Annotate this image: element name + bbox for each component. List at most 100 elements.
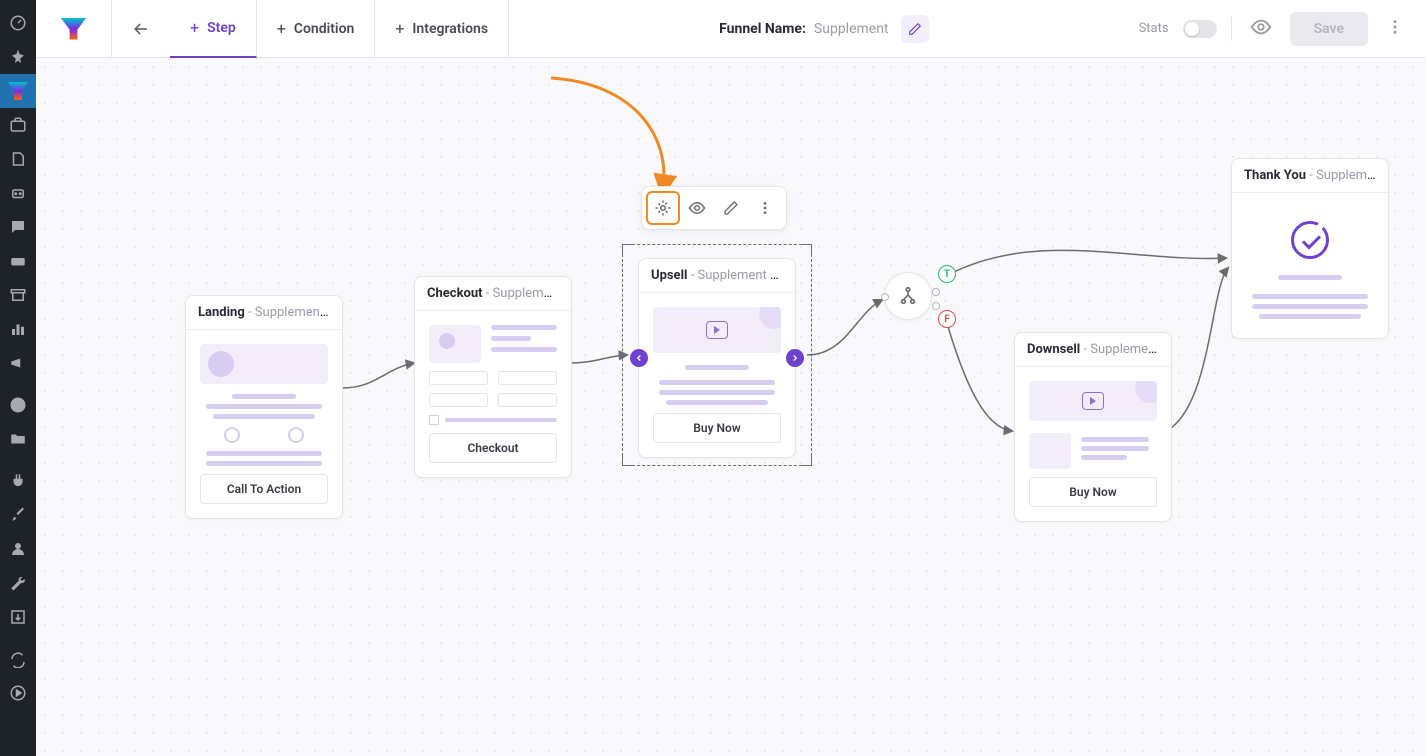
funnel-logo-icon [61, 18, 87, 40]
sidebar-marketing[interactable] [0, 346, 36, 380]
sidebar-dashboard[interactable] [0, 6, 36, 40]
sidebar-import[interactable] [0, 600, 36, 634]
node-upsell[interactable]: Upsell - Supplement U... Buy Now [638, 258, 796, 458]
stats-toggle[interactable] [1183, 20, 1217, 38]
node-downsell[interactable]: Downsell - Supplement D... Buy Now [1014, 332, 1172, 522]
sidebar-plugins[interactable] [0, 464, 36, 498]
node-landing-preview: Call To Action [186, 330, 342, 518]
plug-icon [9, 472, 27, 490]
tab-step[interactable]: + Step [170, 0, 257, 58]
sidebar-pin[interactable] [0, 40, 36, 74]
plus-icon: + [190, 18, 199, 37]
canvas[interactable]: Landing - Supplement La... Call To Actio… [36, 58, 1426, 756]
wrench-icon [9, 574, 27, 592]
sidebar-elementor[interactable] [0, 388, 36, 422]
megaphone-icon [9, 354, 27, 372]
tab-step-label: Step [207, 20, 236, 36]
sidebar-tools[interactable] [0, 108, 36, 142]
plus-icon: + [277, 19, 286, 38]
comment-icon [9, 218, 27, 236]
sidebar-settings[interactable] [0, 566, 36, 600]
archive-icon [9, 286, 27, 304]
node-downsell-sub: - Supplement D... [1080, 342, 1171, 357]
node-checkout-sub: - Supplement C... [483, 286, 571, 301]
node-thankyou-sub: - Supplement T... [1306, 168, 1388, 183]
pin-icon [9, 48, 27, 66]
eye-icon [1250, 16, 1272, 38]
sidebar-comments[interactable] [0, 210, 36, 244]
plus-icon: + [395, 19, 404, 38]
node-upsell-sub: - Supplement U... [687, 268, 788, 283]
tab-integrations[interactable]: + Integrations [375, 0, 509, 58]
sidebar-play[interactable] [0, 676, 36, 710]
sidebar-users[interactable] [0, 532, 36, 566]
node-downsell-cta: Buy Now [1029, 477, 1157, 507]
robot-icon [9, 184, 27, 202]
node-upsell-cta: Buy Now [653, 413, 781, 443]
branch-node[interactable] [884, 272, 932, 320]
stats-label: Stats [1139, 21, 1169, 36]
node-upsell-port-in[interactable] [630, 349, 648, 367]
chart-icon [9, 320, 27, 338]
preview-button[interactable] [1246, 12, 1276, 46]
topbar-more-button[interactable] [1382, 14, 1408, 44]
node-edit-button[interactable] [714, 191, 748, 225]
node-thankyou-preview [1232, 193, 1388, 338]
sidebar-analytics[interactable] [0, 312, 36, 346]
import-icon [9, 608, 27, 626]
node-settings-button[interactable] [646, 191, 680, 225]
node-landing[interactable]: Landing - Supplement La... Call To Actio… [185, 295, 343, 519]
sidebar-archive[interactable] [0, 278, 36, 312]
sidebar-robot[interactable] [0, 176, 36, 210]
branch-false-badge: F [938, 310, 956, 328]
refresh-icon [9, 650, 27, 668]
arrow-right-icon [790, 353, 800, 363]
branch-port-in[interactable] [881, 293, 889, 301]
play-circle-icon [9, 684, 27, 702]
edit-funnel-name-button[interactable] [901, 15, 929, 43]
node-checkout-title: Checkout [427, 286, 483, 301]
sidebar-funnel[interactable] [0, 74, 36, 108]
branch-true-badge: T [938, 265, 956, 283]
node-upsell-port-out[interactable] [786, 349, 804, 367]
user-icon [9, 540, 27, 558]
sidebar-appearance[interactable] [0, 498, 36, 532]
tab-condition[interactable]: + Condition [257, 0, 376, 58]
sidebar-refresh[interactable] [0, 642, 36, 676]
funnel-name-label: Funnel Name: [719, 21, 806, 37]
more-vertical-icon [757, 200, 773, 216]
node-checkout-cta: Checkout [429, 433, 557, 463]
node-downsell-header: Downsell - Supplement D... [1015, 333, 1171, 367]
elementor-icon [9, 396, 27, 414]
pencil-icon [723, 200, 739, 216]
node-thankyou-header: Thank You - Supplement T... [1232, 159, 1388, 193]
wp-admin-sidebar [0, 0, 36, 756]
topbar-right: Stats Save [1139, 12, 1426, 46]
sidebar-pages[interactable] [0, 142, 36, 176]
pages-icon [9, 150, 27, 168]
save-button[interactable]: Save [1290, 12, 1368, 46]
briefcase-icon [9, 116, 27, 134]
sidebar-woo[interactable] [0, 244, 36, 278]
woo-icon [9, 252, 27, 270]
back-button[interactable] [112, 0, 170, 58]
node-thankyou[interactable]: Thank You - Supplement T... [1231, 158, 1389, 339]
sidebar-folder[interactable] [0, 422, 36, 456]
node-thankyou-title: Thank You [1244, 168, 1306, 183]
node-preview-button[interactable] [680, 191, 714, 225]
node-more-button[interactable] [748, 191, 782, 225]
node-landing-sub: - Supplement La... [245, 305, 342, 320]
node-checkout[interactable]: Checkout - Supplement C... Checkout [414, 276, 572, 478]
funnel-icon [8, 82, 28, 100]
node-upsell-preview: Buy Now [639, 293, 795, 457]
tab-integrations-label: Integrations [412, 21, 488, 37]
node-landing-header: Landing - Supplement La... [186, 296, 342, 330]
funnel-name-area: Funnel Name: Supplement [509, 15, 1139, 43]
brush-icon [9, 506, 27, 524]
tab-condition-label: Condition [294, 21, 355, 37]
branch-port-f[interactable] [932, 302, 940, 310]
node-toolbar [641, 186, 787, 230]
node-checkout-preview: Checkout [415, 311, 571, 477]
app-logo[interactable] [36, 0, 112, 58]
branch-port-t[interactable] [932, 288, 940, 296]
